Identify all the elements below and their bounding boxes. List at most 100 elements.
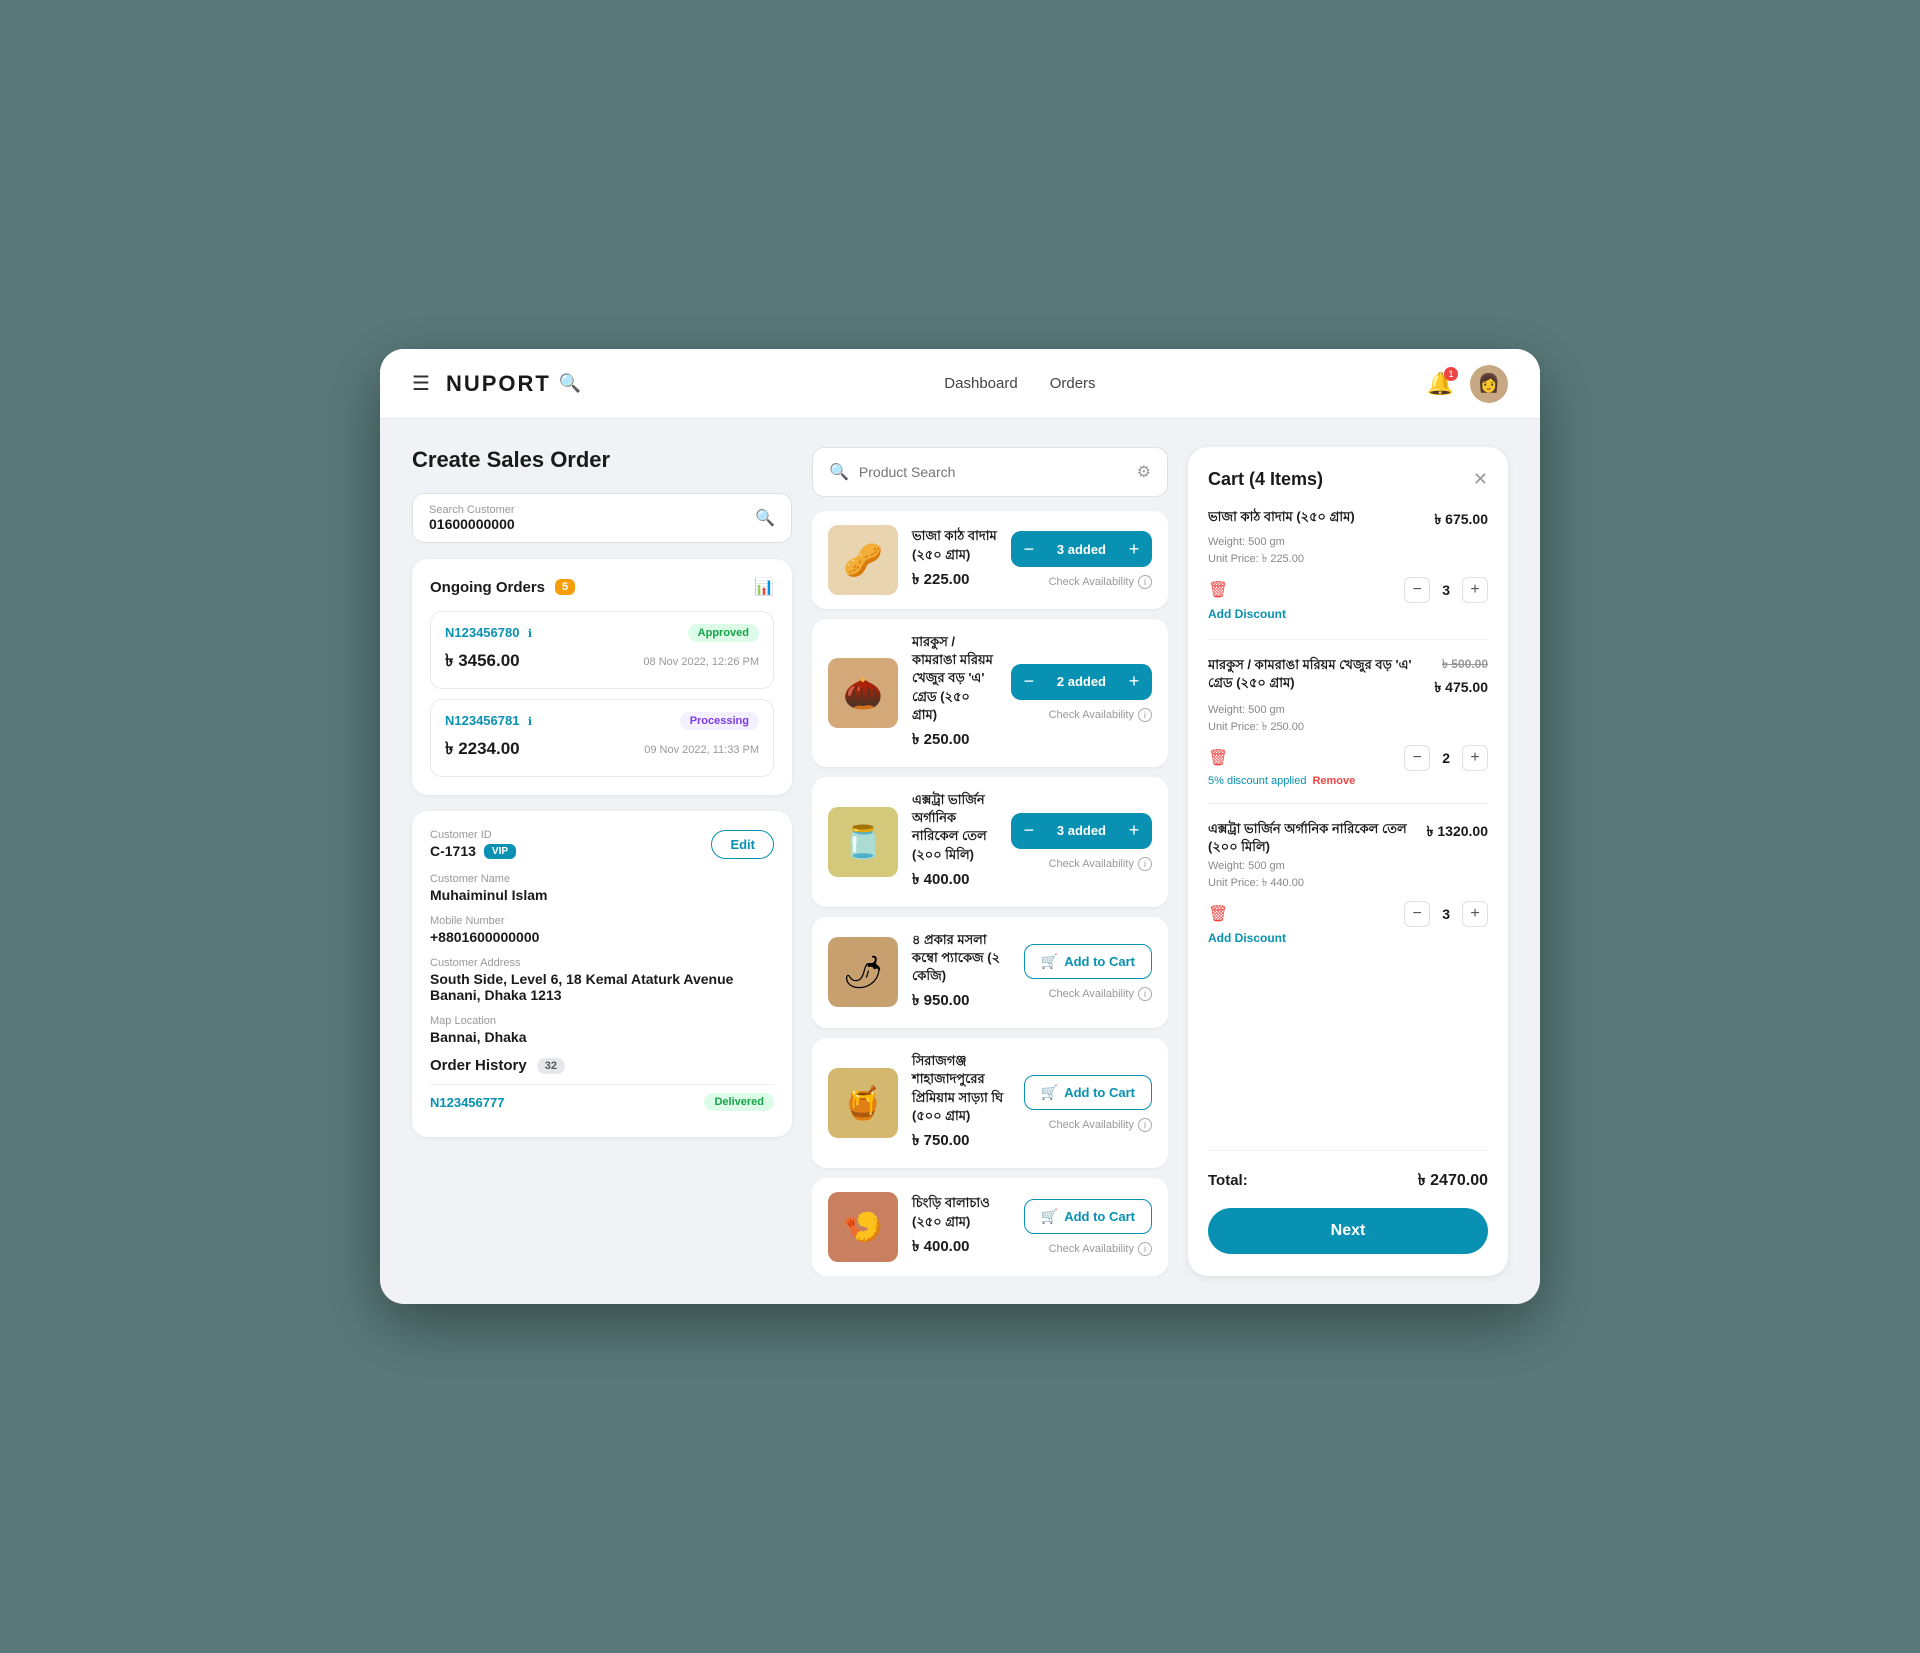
cart-item-price-0: ৳ 675.00: [1434, 508, 1488, 532]
cart-item-original-price-1: ৳ 500.00: [1442, 656, 1488, 676]
customer-mobile-value: +8801600000000: [430, 929, 774, 945]
discount-remove-1[interactable]: Remove: [1312, 775, 1355, 787]
availability-info-icon-3: i: [1138, 987, 1152, 1001]
cart-delete-button-1[interactable]: 🗑: [1208, 748, 1228, 768]
qty-display-1: 2 added: [1047, 674, 1116, 689]
bell-icon[interactable]: 🔔 1: [1427, 371, 1454, 397]
customer-search-label: Search Customer: [429, 504, 515, 516]
qty-increase-0[interactable]: +: [1116, 531, 1152, 567]
cart-close-button[interactable]: ✕: [1473, 469, 1488, 490]
customer-id-value: C-1713: [430, 843, 476, 859]
customer-search-value: 01600000000: [429, 516, 515, 532]
cart-qty-increase-1[interactable]: +: [1462, 745, 1488, 771]
cart-title: Cart (4 Items): [1208, 469, 1323, 490]
check-availability-0[interactable]: Check Availability i: [1049, 575, 1152, 589]
product-qty-control-2: − 3 added +: [1011, 813, 1152, 849]
nav-search-icon[interactable]: 🔍: [559, 373, 581, 394]
order-amount-1: ৳ 3456.00: [445, 648, 520, 676]
customer-name-label: Customer Name: [430, 873, 774, 885]
next-button[interactable]: Next: [1208, 1208, 1488, 1254]
availability-info-icon-1: i: [1138, 708, 1152, 722]
product-item-5: 🍤 চিংড়ি বালাচাও (২৫০ গ্রাম) ৳ 400.00 🛒 …: [812, 1178, 1168, 1276]
order-id-2: N123456781: [445, 713, 519, 728]
qty-decrease-2[interactable]: −: [1011, 813, 1047, 849]
add-to-cart-button-5[interactable]: 🛒 Add to Cart: [1024, 1199, 1152, 1234]
check-availability-1[interactable]: Check Availability i: [1049, 708, 1152, 722]
product-price-3: ৳ 950.00: [912, 989, 1010, 1014]
product-item-4: 🍯 সিরাজগঞ্জ শাহাজাদপুরের প্রিমিয়াম সাড়…: [812, 1038, 1168, 1168]
check-availability-4[interactable]: Check Availability i: [1049, 1118, 1152, 1132]
product-image-5: 🍤: [828, 1192, 898, 1262]
cart-items: ভাজা কাঠ বাদাম (২৫০ গ্রাম) ৳ 675.00 Weig…: [1208, 508, 1488, 1134]
qty-increase-2[interactable]: +: [1116, 813, 1152, 849]
qty-decrease-0[interactable]: −: [1011, 531, 1047, 567]
history-order-1[interactable]: N123456777 Delivered: [430, 1084, 774, 1119]
qty-increase-1[interactable]: +: [1116, 664, 1152, 700]
add-discount-link-2[interactable]: Add Discount: [1208, 931, 1286, 945]
main-content: Create Sales Order Search Customer 01600…: [380, 419, 1540, 1304]
cart-qty-num-2: 3: [1442, 906, 1450, 922]
order-info-icon-1: ℹ: [528, 628, 532, 640]
hamburger-icon[interactable]: ☰: [412, 371, 430, 396]
cart-item-name-1: মারকুস / কামরাঙা মরিয়ম খেজুর বড় 'এ' গ্…: [1208, 656, 1434, 692]
qty-decrease-1[interactable]: −: [1011, 664, 1047, 700]
order-date-1: 08 Nov 2022, 12:26 PM: [643, 656, 759, 668]
product-name-2: এক্সট্রা ভার্জিন অর্গানিক নারিকেল তেল (২…: [912, 791, 997, 864]
customer-mobile-label: Mobile Number: [430, 915, 774, 927]
product-price-2: ৳ 400.00: [912, 868, 997, 893]
cart-item-unit-price-0: Unit Price: ৳ 225.00: [1208, 550, 1488, 569]
discount-text-1: 5% discount applied: [1208, 775, 1306, 787]
history-order-id: N123456777: [430, 1095, 504, 1110]
cart-qty-increase-0[interactable]: +: [1462, 577, 1488, 603]
product-name-5: চিংড়ি বালাচাও (২৫০ গ্রাম): [912, 1194, 1010, 1230]
user-avatar[interactable]: 👩: [1470, 365, 1508, 403]
order-history-count: 32: [537, 1058, 565, 1074]
left-panel: Create Sales Order Search Customer 01600…: [412, 447, 792, 1276]
product-item-1: 🌰 মারকুস / কামরাঙা মরিয়ম খেজুর বড় 'এ' …: [812, 619, 1168, 767]
top-navigation: ☰ NUPORT 🔍 Dashboard Orders 🔔 1 👩: [380, 349, 1540, 419]
add-discount-link-0[interactable]: Add Discount: [1208, 607, 1286, 621]
filter-icon[interactable]: ⚙: [1137, 462, 1151, 482]
product-image-2: 🫙: [828, 807, 898, 877]
order-id-1: N123456780: [445, 625, 519, 640]
customer-address-value: South Side, Level 6, 18 Kemal Ataturk Av…: [430, 971, 774, 1003]
middle-panel: 🔍 ⚙ 🥜 ভাজা কাঠ বাদাম (২৫০ গ্রাম) ৳ 225.0…: [812, 447, 1168, 1276]
cart-footer: Total: ৳ 2470.00 Next: [1208, 1150, 1488, 1254]
cart-qty-increase-2[interactable]: +: [1462, 901, 1488, 927]
add-to-cart-button-4[interactable]: 🛒 Add to Cart: [1024, 1075, 1152, 1110]
cart-item-price-1: ৳ 475.00: [1434, 676, 1488, 700]
nav-dashboard[interactable]: Dashboard: [944, 375, 1017, 392]
customer-map-value: Bannai, Dhaka: [430, 1029, 774, 1045]
ongoing-orders-title: Ongoing Orders: [430, 579, 545, 596]
check-availability-2[interactable]: Check Availability i: [1049, 857, 1152, 871]
ongoing-orders-count: 5: [555, 579, 575, 595]
availability-info-icon-5: i: [1138, 1242, 1152, 1256]
product-image-3: 🌶: [828, 937, 898, 1007]
nav-links: Dashboard Orders: [613, 375, 1426, 392]
customer-search-box[interactable]: Search Customer 01600000000 🔍: [412, 493, 792, 543]
product-search-input[interactable]: [859, 464, 1127, 480]
product-name-0: ভাজা কাঠ বাদাম (২৫০ গ্রাম): [912, 527, 997, 563]
cart-qty-decrease-2[interactable]: −: [1404, 901, 1430, 927]
check-availability-5[interactable]: Check Availability i: [1049, 1242, 1152, 1256]
cart-item-unit-price-1: Unit Price: ৳ 250.00: [1208, 718, 1488, 737]
check-availability-3[interactable]: Check Availability i: [1049, 987, 1152, 1001]
cart-qty-decrease-0[interactable]: −: [1404, 577, 1430, 603]
product-item-2: 🫙 এক্সট্রা ভার্জিন অর্গানিক নারিকেল তেল …: [812, 777, 1168, 907]
cart-delete-button-2[interactable]: 🗑: [1208, 904, 1228, 924]
product-qty-control-0: − 3 added +: [1011, 531, 1152, 567]
customer-search-icon[interactable]: 🔍: [755, 508, 775, 528]
add-to-cart-button-3[interactable]: 🛒 Add to Cart: [1024, 944, 1152, 979]
availability-info-icon-4: i: [1138, 1118, 1152, 1132]
order-item-2[interactable]: N123456781 ℹ Processing ৳ 2234.00 09 Nov…: [430, 699, 774, 777]
cart-delete-button-0[interactable]: 🗑: [1208, 580, 1228, 600]
product-image-4: 🍯: [828, 1068, 898, 1138]
order-status-2: Processing: [680, 712, 759, 730]
product-price-5: ৳ 400.00: [912, 1235, 1010, 1260]
nav-orders[interactable]: Orders: [1050, 375, 1096, 392]
order-item-1[interactable]: N123456780 ℹ Approved ৳ 3456.00 08 Nov 2…: [430, 611, 774, 689]
nav-right: 🔔 1 👩: [1427, 365, 1508, 403]
chart-icon: 📊: [754, 577, 774, 597]
cart-qty-decrease-1[interactable]: −: [1404, 745, 1430, 771]
edit-customer-button[interactable]: Edit: [711, 830, 774, 859]
